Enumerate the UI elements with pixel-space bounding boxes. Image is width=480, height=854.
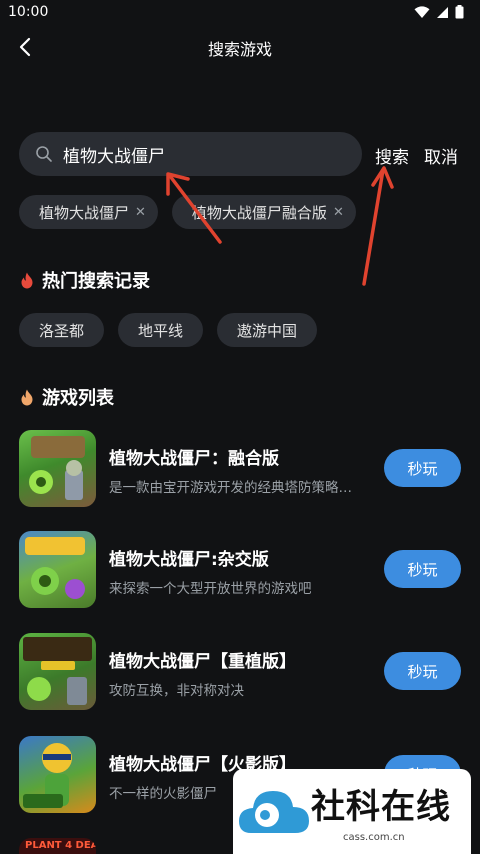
close-icon[interactable]: ✕ [135,205,146,220]
history-chip[interactable]: 植物大战僵尸融合版 ✕ [171,195,356,229]
watermark-url: cass.com.cn [343,832,405,843]
battery-icon [455,5,464,19]
search-history: 植物大战僵尸 ✕ 植物大战僵尸融合版 ✕ [19,195,356,229]
hot-search-list: 洛圣都 地平线 遨游中国 [19,313,318,347]
game-list-item[interactable]: 植物大战僵尸【重植版】 攻防互换，非对称对决 秒玩 [19,633,461,711]
game-list-heading: 游戏列表 [20,384,114,410]
search-box[interactable] [19,132,362,176]
game-description: 来探索一个大型开放世界的游戏吧 [109,581,312,597]
flame-icon [21,389,33,405]
annotation-arrows [166,166,394,286]
history-chip[interactable]: 植物大战僵尸 ✕ [19,195,158,229]
search-icon [36,146,52,162]
game-icon[interactable] [19,736,96,813]
play-button[interactable]: 秒玩 [384,652,461,690]
hot-search-title: 热门搜索记录 [42,271,150,292]
game-icon[interactable] [19,531,96,608]
game-name: 植物大战僵尸【重植版】 [109,652,296,672]
game-name: 植物大战僵尸:杂交版 [109,550,269,570]
game-description: 是一款由宝开游戏开发的经典塔防策略… [109,480,352,496]
game-list-item[interactable]: 植物大战僵尸：融合版 是一款由宝开游戏开发的经典塔防策略… 秒玩 [19,430,461,508]
game-icon-text: PLANT 4 DEAD [25,840,96,851]
flame-icon [21,272,33,288]
search-button[interactable]: 搜索 [375,143,409,168]
status-time: 10:00 [8,4,49,20]
hot-search-chip[interactable]: 洛圣都 [19,313,105,347]
header: 搜索游戏 [0,26,480,66]
hot-search-chip[interactable]: 地平线 [118,313,204,347]
hot-search-chip[interactable]: 遨游中国 [217,313,318,347]
game-list-item[interactable]: 植物大战僵尸:杂交版 来探索一个大型开放世界的游戏吧 秒玩 [19,531,461,609]
play-button[interactable]: 秒玩 [384,550,461,588]
hot-search-heading: 热门搜索记录 [20,267,150,293]
history-chip-label: 植物大战僵尸 [39,203,130,222]
game-list-title: 游戏列表 [42,388,114,409]
status-icons [414,5,464,19]
cancel-button[interactable]: 取消 [424,143,458,168]
search-input[interactable] [61,143,325,165]
game-icon[interactable] [19,430,96,507]
arrow-to-search-button [362,166,394,286]
watermark-title: 社科在线 [311,787,451,827]
game-icon[interactable] [19,633,96,710]
signal-icon [437,6,448,18]
status-bar: 10:00 [0,0,480,26]
game-description: 攻防互换，非对称对决 [109,683,244,699]
watermark: 社科在线 cass.com.cn [233,769,471,854]
wifi-icon [414,5,430,18]
cloud-logo-icon [239,791,309,833]
play-button[interactable]: 秒玩 [384,449,461,487]
page-title: 搜索游戏 [207,40,272,59]
close-icon[interactable]: ✕ [333,205,344,220]
game-icon[interactable]: PLANT 4 DEAD [19,838,96,854]
history-chip-label: 植物大战僵尸融合版 [191,203,327,222]
game-name: 植物大战僵尸：融合版 [109,449,279,469]
